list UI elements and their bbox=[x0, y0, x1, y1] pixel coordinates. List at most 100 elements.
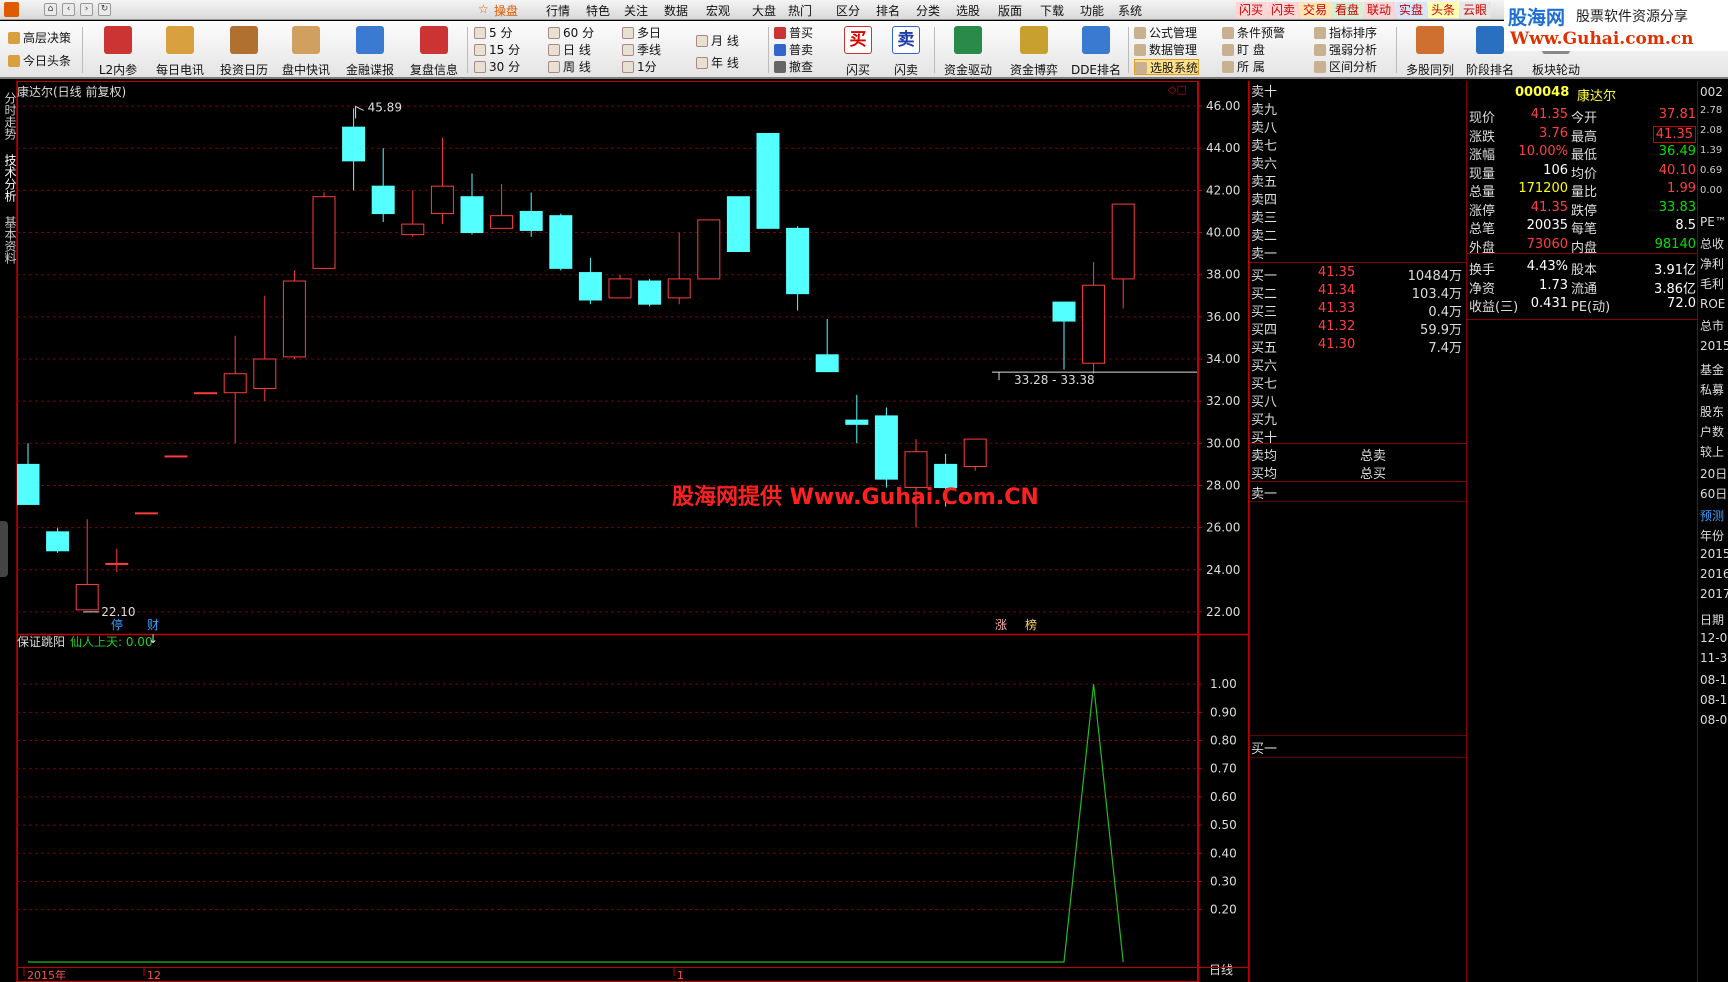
candle[interactable] bbox=[874, 407, 898, 488]
flash-sell-button[interactable]: 卖 闪卖 bbox=[876, 24, 936, 77]
period-link[interactable]: 60 分 bbox=[548, 25, 594, 41]
book-buy-row[interactable]: 买八 bbox=[1250, 391, 1466, 410]
toolbar-button[interactable]: DDE排名 bbox=[1066, 24, 1126, 77]
candle[interactable] bbox=[667, 232, 691, 305]
candle[interactable] bbox=[105, 548, 129, 572]
candle[interactable] bbox=[460, 173, 484, 235]
candle[interactable] bbox=[401, 190, 425, 237]
indicator-name[interactable]: 保证跳阳 bbox=[17, 633, 65, 650]
candle[interactable] bbox=[845, 394, 869, 444]
candle[interactable] bbox=[1082, 262, 1106, 374]
toolbar-link[interactable]: 条件预警 bbox=[1222, 25, 1285, 41]
quick-tag[interactable]: 头条 bbox=[1428, 2, 1459, 18]
menu-item[interactable]: 热门 bbox=[788, 2, 812, 19]
candle[interactable] bbox=[371, 148, 395, 222]
chart-corner-icon[interactable]: ◇□ bbox=[1168, 83, 1187, 96]
event-mark[interactable]: 停 bbox=[111, 617, 123, 632]
menu-item[interactable]: 下载 bbox=[1040, 2, 1064, 19]
book-buy-row[interactable]: 买二 41.34 103.4万 bbox=[1250, 283, 1466, 302]
quick-tag[interactable]: 闪买 bbox=[1236, 2, 1267, 18]
home-icon[interactable]: ⌂ bbox=[44, 3, 57, 16]
tab-intraday[interactable]: 分时走势 bbox=[1, 87, 17, 145]
book-sell-row[interactable]: 卖二 bbox=[1250, 225, 1466, 244]
collapse-handle[interactable] bbox=[0, 521, 8, 577]
toolbar-button[interactable]: 复盘信息 bbox=[404, 24, 464, 77]
quick-tag[interactable]: 联动 bbox=[1364, 2, 1395, 18]
menu-item[interactable]: 版面 bbox=[998, 2, 1022, 19]
candle[interactable] bbox=[312, 192, 336, 269]
brand-block[interactable]: 股海网 股票软件资源分享 Www.Guhai.com.cn bbox=[1504, 0, 1728, 51]
candle[interactable] bbox=[815, 318, 839, 373]
tab-technical[interactable]: 技术分析 bbox=[1, 149, 17, 207]
candle[interactable] bbox=[223, 335, 247, 444]
book-sell-row[interactable]: 卖十 bbox=[1250, 81, 1466, 100]
quick-tag[interactable]: 云眼 bbox=[1460, 2, 1491, 18]
menu-item[interactable]: 排名 bbox=[876, 2, 900, 19]
event-mark[interactable]: 财 bbox=[147, 618, 159, 632]
book-buy-row[interactable]: 买三 41.33 0.4万 bbox=[1250, 301, 1466, 320]
period-link[interactable]: 月 线 bbox=[696, 33, 739, 49]
toolbar-button[interactable]: 盘中快讯 bbox=[276, 24, 336, 77]
tab-fundamentals[interactable]: 基本资料 bbox=[1, 211, 17, 269]
toolbar-button[interactable]: 投资日历 bbox=[214, 24, 274, 77]
menu-item[interactable]: 数据 bbox=[664, 2, 688, 19]
event-mark[interactable]: 涨 bbox=[995, 617, 1007, 632]
menu-item[interactable]: 系统 bbox=[1118, 2, 1142, 19]
book-sell-row[interactable]: 卖五 bbox=[1250, 171, 1466, 190]
book-sell-row[interactable]: 卖三 bbox=[1250, 207, 1466, 226]
back-icon[interactable]: ‹ bbox=[62, 3, 75, 16]
book-sell-row[interactable]: 卖六 bbox=[1250, 153, 1466, 172]
book-sell-row[interactable]: 卖四 bbox=[1250, 189, 1466, 208]
candle[interactable] bbox=[164, 455, 188, 458]
refresh-icon[interactable]: ↻ bbox=[98, 3, 111, 16]
candle[interactable] bbox=[608, 274, 632, 299]
app-logo-icon[interactable] bbox=[4, 2, 19, 17]
period-link[interactable]: 1分 bbox=[622, 59, 657, 75]
quick-tag[interactable]: 实盘 bbox=[1396, 2, 1427, 18]
period-link[interactable]: 周 线 bbox=[548, 59, 591, 75]
candle[interactable] bbox=[1111, 203, 1135, 309]
candle[interactable] bbox=[786, 226, 810, 311]
period-link[interactable]: 日 线 bbox=[548, 42, 591, 58]
toolbar-button[interactable]: 金融谍报 bbox=[340, 24, 400, 77]
candle[interactable] bbox=[75, 519, 99, 611]
book-sell-row[interactable]: 卖一 bbox=[1250, 243, 1466, 262]
candle[interactable] bbox=[17, 443, 40, 505]
book-sell-row[interactable]: 卖八 bbox=[1250, 117, 1466, 136]
candle[interactable] bbox=[756, 132, 780, 229]
candle[interactable] bbox=[282, 270, 306, 359]
period-link[interactable]: 年 线 bbox=[696, 55, 739, 71]
book-sell-row[interactable]: 卖七 bbox=[1250, 135, 1466, 154]
toolbar-link[interactable]: 选股系统 bbox=[1134, 59, 1200, 75]
toolbar-link[interactable]: 区间分析 bbox=[1314, 59, 1377, 75]
link-putong-buy[interactable]: 普买 bbox=[774, 25, 813, 41]
toolbar-link[interactable]: 强弱分析 bbox=[1314, 42, 1377, 58]
menu-item[interactable]: 关注 bbox=[624, 2, 648, 19]
book-buy-row[interactable]: 买九 bbox=[1250, 409, 1466, 428]
book-buy-row[interactable]: 买七 bbox=[1250, 373, 1466, 392]
period-link[interactable]: 15 分 bbox=[474, 42, 520, 58]
candle[interactable] bbox=[549, 213, 573, 271]
menu-item[interactable]: 功能 bbox=[1080, 2, 1104, 19]
candle[interactable] bbox=[697, 219, 721, 280]
period-link[interactable]: 季线 bbox=[622, 42, 661, 58]
candle[interactable] bbox=[430, 137, 454, 225]
toolbar-button[interactable]: 资金驱动 bbox=[938, 24, 998, 77]
toolbar-button[interactable]: 每日电讯 bbox=[150, 24, 210, 77]
menu-item[interactable]: 选股 bbox=[956, 2, 980, 19]
period-link[interactable]: 30 分 bbox=[474, 59, 520, 75]
toolbar-link[interactable]: 指标排序 bbox=[1314, 25, 1377, 41]
menu-item[interactable]: 操盘 bbox=[494, 2, 518, 19]
toolbar-button[interactable]: 多股同列 bbox=[1400, 24, 1460, 77]
quick-tag[interactable]: 看盘 bbox=[1332, 2, 1363, 18]
quick-tag[interactable]: 闪卖 bbox=[1268, 2, 1299, 18]
menu-item[interactable]: 行情 bbox=[546, 2, 570, 19]
link-cancel-query[interactable]: 撤查 bbox=[774, 59, 813, 75]
candle[interactable] bbox=[134, 512, 158, 515]
candle[interactable] bbox=[638, 278, 662, 307]
book-buy-row[interactable]: 买六 bbox=[1250, 355, 1466, 374]
book-buy-row[interactable]: 买四 41.32 59.9万 bbox=[1250, 319, 1466, 338]
menu-item[interactable]: 特色 bbox=[586, 2, 610, 19]
link-gaoceng[interactable]: 高层决策 bbox=[8, 30, 71, 46]
toolbar-link[interactable]: 所 属 bbox=[1222, 59, 1265, 75]
